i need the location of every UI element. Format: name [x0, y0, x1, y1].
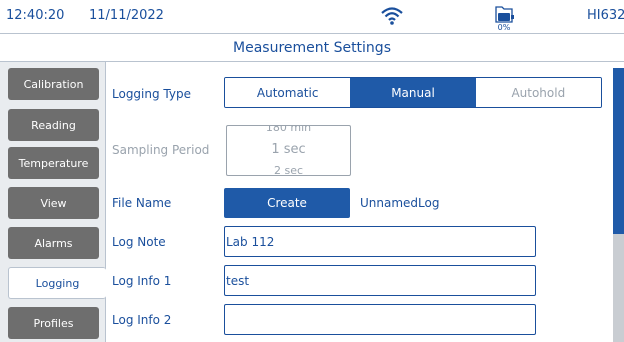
- file-name-value: UnnamedLog: [360, 196, 440, 210]
- option-label: Autohold: [511, 85, 566, 100]
- logging-type-selector: Automatic Manual Autohold: [224, 77, 602, 108]
- picker-option-prev: 180 min: [265, 125, 312, 134]
- log-info-1-label: Log Info 1: [112, 274, 172, 288]
- log-note-input[interactable]: [224, 226, 536, 257]
- page-title: Measurement Settings: [233, 40, 391, 56]
- logging-type-autohold[interactable]: Autohold: [475, 78, 601, 107]
- logging-type-manual[interactable]: Manual: [350, 78, 476, 107]
- create-button[interactable]: Create: [224, 188, 350, 218]
- date: 11/11/2022: [89, 8, 164, 23]
- tab-temperature[interactable]: Temperature: [8, 147, 99, 179]
- sidebar: Calibration Reading Temperature View Ala…: [0, 62, 106, 342]
- tab-label: Logging: [35, 276, 80, 290]
- tab-label: Profiles: [33, 316, 74, 330]
- tab-label: View: [40, 196, 67, 210]
- tab-label: Temperature: [18, 156, 89, 170]
- tab-label: Alarms: [34, 236, 73, 250]
- scrollbar-thumb[interactable]: [613, 68, 624, 234]
- title-bar: Measurement Settings: [0, 34, 624, 62]
- tab-calibration[interactable]: Calibration: [8, 68, 99, 100]
- storage-percent: 0%: [497, 23, 511, 32]
- tab-alarms[interactable]: Alarms: [8, 227, 99, 259]
- tab-reading[interactable]: Reading: [8, 109, 99, 141]
- model-name: HI6321: [587, 8, 624, 23]
- logging-settings-panel: Logging Type Automatic Manual Autohold S…: [106, 62, 624, 342]
- create-button-label: Create: [267, 196, 307, 210]
- log-info-2-input[interactable]: [224, 304, 536, 335]
- sampling-period-label: Sampling Period: [112, 143, 210, 157]
- log-info-2-label: Log Info 2: [112, 313, 172, 327]
- option-label: Manual: [391, 85, 435, 100]
- file-name-label: File Name: [112, 196, 172, 210]
- clock-time: 12:40:20: [6, 8, 65, 23]
- logging-type-label: Logging Type: [112, 87, 191, 101]
- wifi-icon: [381, 6, 403, 30]
- tab-view[interactable]: View: [8, 187, 99, 219]
- picker-option-next: 2 sec: [273, 164, 304, 176]
- tab-label: Reading: [31, 118, 76, 132]
- option-label: Automatic: [256, 85, 319, 100]
- logging-type-automatic[interactable]: Automatic: [225, 78, 351, 107]
- tab-logging[interactable]: Logging: [8, 267, 106, 299]
- log-info-1-input[interactable]: [224, 265, 536, 296]
- status-bar: 12:40:20 11/11/2022 0% HI6321: [0, 0, 624, 34]
- picker-option-current: 1 sec: [271, 142, 306, 157]
- tab-profiles[interactable]: Profiles: [8, 307, 99, 339]
- sampling-period-picker[interactable]: 180 min 1 sec 2 sec: [226, 125, 351, 176]
- tab-label: Calibration: [23, 77, 84, 91]
- log-note-label: Log Note: [112, 235, 166, 249]
